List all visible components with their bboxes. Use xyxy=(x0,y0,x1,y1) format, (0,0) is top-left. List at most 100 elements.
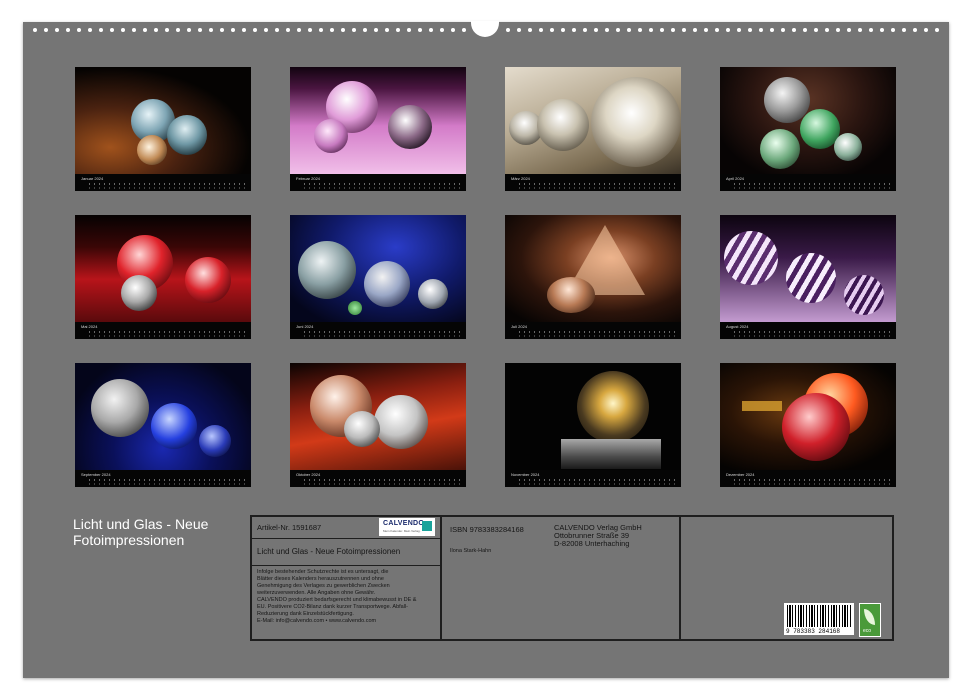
isbn: ISBN 9783383284168 xyxy=(450,525,524,534)
binding-hole xyxy=(220,28,224,32)
month-thumbnail-june[interactable]: Juni 2024 xyxy=(290,215,466,339)
month-thumbnail-january[interactable]: Januar 2024 xyxy=(75,67,251,191)
binding-hole xyxy=(726,28,730,32)
legal-line: EU. Positivere CO2-Bilanz dank kurzer Tr… xyxy=(257,604,409,610)
logo-text: CALVENDO xyxy=(383,520,425,527)
month-label: Februar 2024 xyxy=(296,176,321,181)
calvendo-logo: CALVENDO Mein Kalender. Mein Verlag. xyxy=(379,518,435,536)
binding-hole xyxy=(407,28,411,32)
glass-sphere xyxy=(121,275,157,311)
binding-hole xyxy=(858,28,862,32)
binding-hole xyxy=(198,28,202,32)
binding-hole xyxy=(638,28,642,32)
info-panel: Artikel-Nr. 1591687 CALVENDO Mein Kalend… xyxy=(250,515,894,641)
binding-hole xyxy=(583,28,587,32)
binding-hole xyxy=(924,28,928,32)
binding-hole xyxy=(781,28,785,32)
month-label: September 2024 xyxy=(81,472,111,477)
glass-sphere xyxy=(547,277,595,313)
month-grid: September 2024 xyxy=(75,470,251,487)
glass-sphere xyxy=(199,425,231,457)
month-label: August 2024 xyxy=(726,324,749,329)
binding-hole xyxy=(55,28,59,32)
legal-line: weiterzuverwenden. Alle Angaben ohne Gew… xyxy=(257,590,376,596)
binding-hole xyxy=(693,28,697,32)
month-thumbnail-november[interactable]: November 2024 xyxy=(505,363,681,487)
article-number: Artikel-Nr. 1591687 xyxy=(257,523,322,532)
month-photo xyxy=(290,215,466,322)
month-thumbnail-march[interactable]: März 2024 xyxy=(505,67,681,191)
legal-line: Infolge bestehender Schutzrechte ist es … xyxy=(257,569,389,575)
month-thumbnail-april[interactable]: April 2024 xyxy=(720,67,896,191)
month-thumbnail-december[interactable]: Dezember 2024 xyxy=(720,363,896,487)
glass-pedestal xyxy=(561,439,661,469)
binding-hole xyxy=(660,28,664,32)
binding-hole xyxy=(341,28,345,32)
author-name: Ilona Stark-Hahn xyxy=(450,548,492,554)
product-title: Licht und Glas - Neue Fotoimpressionen xyxy=(257,547,401,556)
month-label: Januar 2024 xyxy=(81,176,104,181)
binding-hole xyxy=(737,28,741,32)
binding-hole xyxy=(869,28,873,32)
barcode-bars xyxy=(787,605,851,627)
binding-hole xyxy=(396,28,400,32)
month-photo xyxy=(75,67,251,174)
month-label: Dezember 2024 xyxy=(726,472,755,477)
glass-sphere xyxy=(314,119,348,153)
glass-sphere xyxy=(834,133,862,161)
legal-line: Reduzierung dank Einzelstückfertigung. xyxy=(257,611,354,617)
month-grid: Oktober 2024 xyxy=(290,470,466,487)
month-grid: März 2024 xyxy=(505,174,681,191)
binding-hole xyxy=(99,28,103,32)
month-label: November 2024 xyxy=(511,472,540,477)
binding-hole xyxy=(66,28,70,32)
eco-label: eco xyxy=(859,603,881,637)
binding-hole xyxy=(902,28,906,32)
publisher-line: D-82008 Unterhaching xyxy=(554,539,630,548)
binding-hole xyxy=(814,28,818,32)
binding-hole xyxy=(121,28,125,32)
month-thumbnail-october[interactable]: Oktober 2024 xyxy=(290,363,466,487)
glass-sphere xyxy=(760,129,800,169)
month-thumbnail-february[interactable]: Februar 2024 xyxy=(290,67,466,191)
publisher-address: CALVENDO Verlag GmbH Ottobrunner Straße … xyxy=(554,524,642,548)
glass-sphere xyxy=(786,253,836,303)
glass-sphere xyxy=(344,411,380,447)
month-photo xyxy=(505,215,681,322)
binding-hole xyxy=(253,28,257,32)
isbn-barcode: 9 783383 284168 xyxy=(784,603,854,635)
month-grid: November 2024 xyxy=(505,470,681,487)
binding-hole xyxy=(627,28,631,32)
logo-mark-icon xyxy=(422,521,432,531)
month-grid: Mai 2024 xyxy=(75,322,251,339)
calendar-sheet: Januar 2024 Februar 2024 März 2024 April… xyxy=(23,21,949,678)
month-photo xyxy=(290,67,466,174)
month-photo xyxy=(720,363,896,470)
binding-hole xyxy=(242,28,246,32)
logo-tagline: Mein Kalender. Mein Verlag. xyxy=(383,529,421,533)
binding-hole xyxy=(462,28,466,32)
binding-hole xyxy=(297,28,301,32)
month-thumbnail-july[interactable]: Juli 2024 xyxy=(505,215,681,339)
glass-sphere xyxy=(364,261,410,307)
month-thumbnail-september[interactable]: September 2024 xyxy=(75,363,251,487)
binding-hole xyxy=(363,28,367,32)
binding-hole xyxy=(451,28,455,32)
month-thumbnail-may[interactable]: Mai 2024 xyxy=(75,215,251,339)
month-thumbnail-august[interactable]: August 2024 xyxy=(720,215,896,339)
binding-hole xyxy=(33,28,37,32)
binding-hole xyxy=(264,28,268,32)
month-photo xyxy=(75,363,251,470)
month-grid: Januar 2024 xyxy=(75,174,251,191)
glass-sphere xyxy=(388,105,432,149)
binding-hole xyxy=(550,28,554,32)
binding-hole xyxy=(77,28,81,32)
binding-hole xyxy=(836,28,840,32)
binding-hole xyxy=(528,28,532,32)
month-grid: Februar 2024 xyxy=(290,174,466,191)
month-label: Mai 2024 xyxy=(81,324,98,329)
binding-hole xyxy=(110,28,114,32)
calendar-title: Licht und Glas - Neue Fotoimpressionen xyxy=(73,516,209,548)
glass-sphere xyxy=(591,77,681,167)
binding-hole xyxy=(935,28,939,32)
